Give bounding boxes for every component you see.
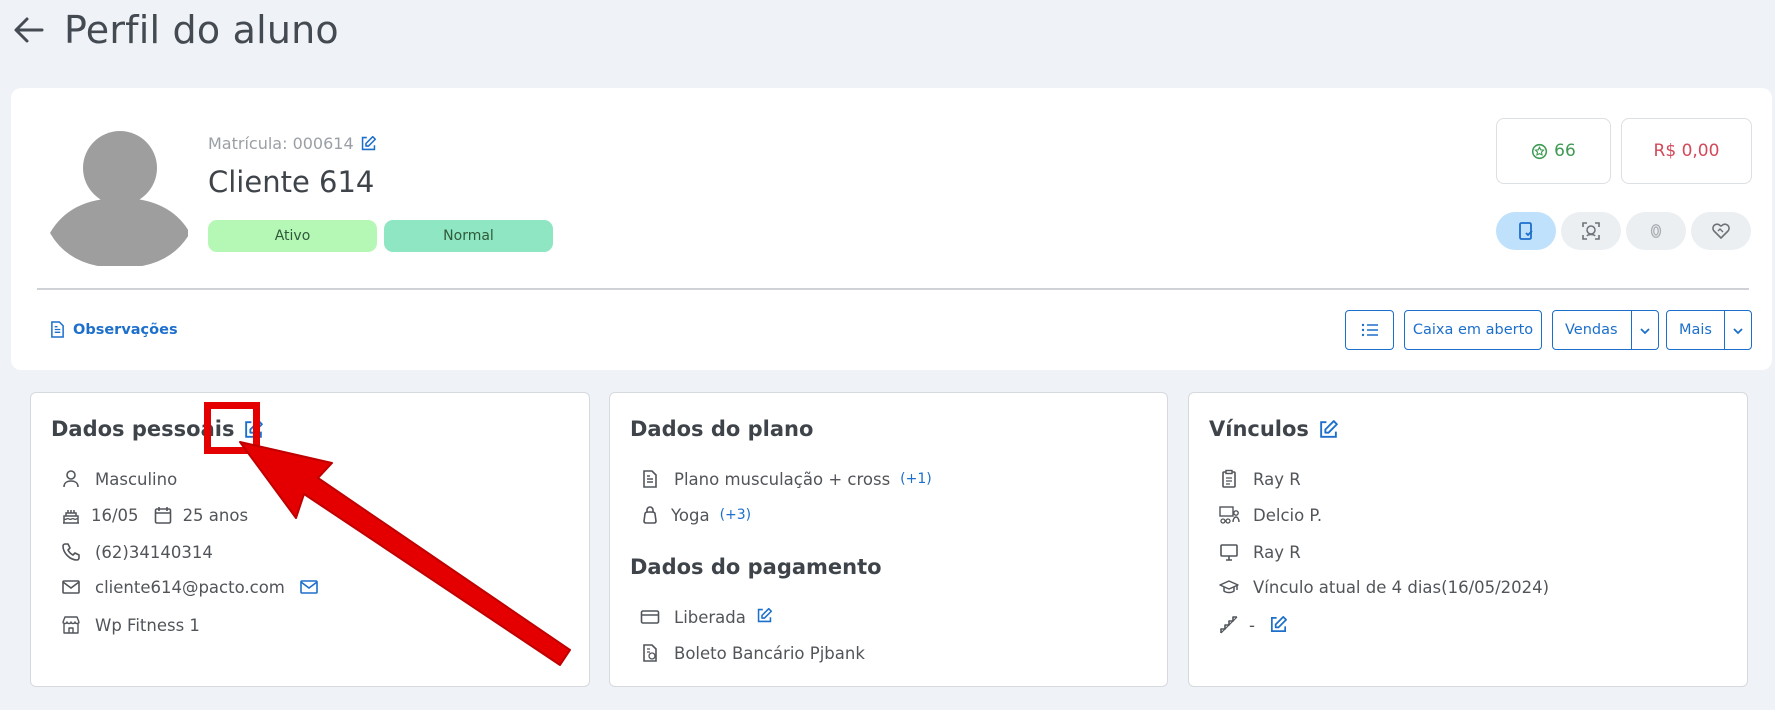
heart-handshake-icon bbox=[1711, 221, 1731, 241]
avatar bbox=[48, 126, 188, 266]
modality-name: Yoga bbox=[671, 505, 710, 525]
unit-value: Wp Fitness 1 bbox=[95, 615, 200, 635]
plan-data-title: Dados do plano bbox=[630, 417, 814, 441]
plan-extra-link[interactable]: (+1) bbox=[900, 471, 932, 487]
balance-value: R$ 0,00 bbox=[1653, 141, 1720, 161]
face-scan-icon bbox=[1581, 221, 1601, 241]
links-card: Vínculos Ray R Delcio P. Ray R Vínculo a… bbox=[1188, 392, 1748, 687]
payment-method-row: Boleto Bancário Pjbank bbox=[640, 643, 865, 663]
edit-links-icon[interactable] bbox=[1318, 419, 1339, 440]
email-row: cliente614@pacto.com bbox=[61, 577, 319, 597]
modality-extra-link[interactable]: (+3) bbox=[720, 507, 752, 523]
phone-icon bbox=[61, 542, 81, 562]
links-title: Vínculos bbox=[1209, 417, 1339, 441]
face-recognition-button[interactable] bbox=[1561, 212, 1621, 250]
chevron-down-icon[interactable] bbox=[1638, 324, 1652, 338]
clipboard-icon bbox=[1219, 469, 1239, 489]
divider bbox=[37, 288, 1749, 290]
bond-duration-value: Vínculo atual de 4 dias(16/05/2024) bbox=[1253, 577, 1550, 597]
gender-value: Masculino bbox=[95, 469, 178, 489]
invoice-icon bbox=[640, 643, 660, 663]
page-title: Perfil do aluno bbox=[64, 8, 339, 52]
phone-check-icon bbox=[1516, 221, 1536, 241]
points-icon bbox=[1531, 143, 1548, 160]
points-value: 66 bbox=[1554, 141, 1576, 161]
client-name: Cliente 614 bbox=[208, 165, 375, 199]
phone-row: (62)34140314 bbox=[61, 542, 213, 562]
monitor-icon bbox=[1219, 542, 1239, 562]
list-icon bbox=[1361, 322, 1379, 338]
caixa-em-aberto-button[interactable]: Caixa em aberto bbox=[1404, 310, 1542, 350]
fingerprint-button[interactable] bbox=[1626, 212, 1686, 250]
cake-icon bbox=[61, 505, 81, 525]
split-divider bbox=[1724, 311, 1725, 349]
observacoes-link[interactable]: Observações bbox=[50, 321, 178, 338]
user-icon bbox=[61, 469, 81, 489]
age-value: 25 anos bbox=[182, 505, 249, 525]
annotation-highlight-box bbox=[204, 402, 260, 454]
graduation-cap-icon bbox=[1219, 577, 1239, 597]
vendas-dropdown-button[interactable]: Vendas bbox=[1552, 310, 1659, 350]
list-button[interactable] bbox=[1345, 310, 1394, 350]
personal-data-card: Dados pessoais Masculino 16/05 25 anos (… bbox=[30, 392, 590, 687]
profile-card: Matrícula: 000614 Cliente 614 Ativo Norm… bbox=[11, 88, 1772, 370]
document-icon bbox=[50, 321, 65, 338]
payment-status-row: Liberada bbox=[640, 607, 776, 627]
document-icon bbox=[640, 469, 660, 489]
level-value: - bbox=[1249, 615, 1255, 635]
level-row: - bbox=[1219, 615, 1289, 635]
calendar-icon bbox=[153, 505, 173, 525]
unit-row: Wp Fitness 1 bbox=[61, 615, 200, 635]
payment-data-title: Dados do pagamento bbox=[630, 555, 882, 579]
edit-payment-icon[interactable] bbox=[756, 607, 776, 627]
category-badge: Normal bbox=[384, 220, 553, 252]
back-arrow-icon[interactable] bbox=[12, 13, 46, 47]
links-title-text: Vínculos bbox=[1209, 417, 1309, 441]
fingerprint-icon bbox=[1647, 222, 1665, 240]
gender-row: Masculino bbox=[61, 469, 177, 489]
birthday-value: 16/05 bbox=[91, 505, 139, 525]
modality-row: Yoga (+3) bbox=[640, 505, 751, 525]
chevron-down-icon[interactable] bbox=[1731, 324, 1745, 338]
stairs-icon bbox=[1219, 615, 1239, 635]
status-badge: Ativo bbox=[208, 220, 377, 252]
plan-row: Plano musculação + cross (+1) bbox=[640, 469, 932, 489]
email-value: cliente614@pacto.com bbox=[95, 577, 285, 597]
vendas-label: Vendas bbox=[1565, 322, 1618, 338]
teacher-board-icon bbox=[1219, 505, 1240, 525]
professor-value: Delcio P. bbox=[1253, 505, 1323, 525]
store-icon bbox=[61, 615, 81, 635]
professor-row: Delcio P. bbox=[1219, 505, 1322, 525]
health-button[interactable] bbox=[1691, 212, 1751, 250]
edit-matricula-icon[interactable] bbox=[360, 135, 377, 152]
plan-data-card: Dados do plano Plano musculação + cross … bbox=[609, 392, 1168, 687]
phone-value: (62)34140314 bbox=[95, 542, 213, 562]
edit-level-icon[interactable] bbox=[1269, 615, 1289, 635]
trainer-row: Ray R bbox=[1219, 542, 1301, 562]
mail-icon bbox=[61, 577, 81, 597]
kettlebell-icon bbox=[640, 505, 660, 525]
plan-name: Plano musculação + cross bbox=[674, 469, 891, 489]
observacoes-label: Observações bbox=[73, 321, 178, 338]
credit-card-icon bbox=[640, 607, 660, 627]
trainer-value: Ray R bbox=[1253, 542, 1301, 562]
payment-method: Boleto Bancário Pjbank bbox=[674, 643, 865, 663]
consultant-row: Ray R bbox=[1219, 469, 1301, 489]
birthday-row: 16/05 25 anos bbox=[61, 505, 248, 525]
app-access-button[interactable] bbox=[1496, 212, 1556, 250]
balance-box[interactable]: R$ 0,00 bbox=[1621, 118, 1752, 184]
consultant-value: Ray R bbox=[1253, 469, 1301, 489]
matricula: Matrícula: 000614 bbox=[208, 134, 377, 153]
send-email-icon[interactable] bbox=[299, 577, 319, 597]
payment-status: Liberada bbox=[674, 607, 746, 627]
mais-label: Mais bbox=[1679, 322, 1712, 338]
matricula-label: Matrícula: 000614 bbox=[208, 134, 354, 153]
split-divider bbox=[1631, 311, 1632, 349]
points-box[interactable]: 66 bbox=[1496, 118, 1611, 184]
bond-duration-row: Vínculo atual de 4 dias(16/05/2024) bbox=[1219, 577, 1549, 597]
mais-dropdown-button[interactable]: Mais bbox=[1666, 310, 1752, 350]
